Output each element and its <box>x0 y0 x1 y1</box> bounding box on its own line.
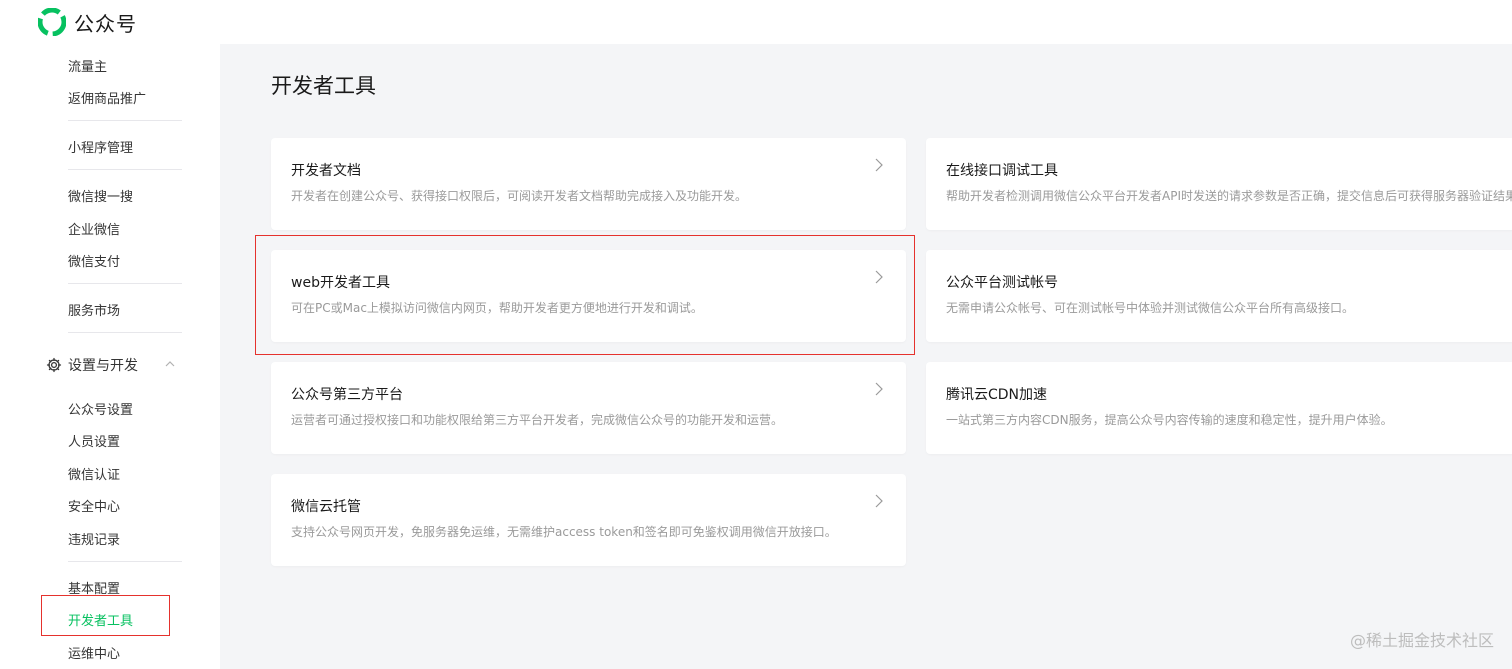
sidebar-divider <box>68 169 182 170</box>
sidebar: 流量主 返佣商品推广 小程序管理 微信搜一搜 企业微信 微信支付 服务市场 设置… <box>0 44 220 669</box>
sidebar-item-service-market[interactable]: 服务市场 <box>68 300 120 319</box>
sidebar-item-staff-settings[interactable]: 人员设置 <box>68 431 120 450</box>
card-title: 开发者文档 <box>291 163 361 179</box>
card-description: 帮助开发者检测调用微信公众平台开发者API时发送的请求参数是否正确，提交信息后可… <box>946 189 1512 203</box>
brand-name[interactable]: 公众号 <box>74 8 137 37</box>
chevron-right-icon <box>875 158 883 172</box>
page-title: 开发者工具 <box>271 74 376 98</box>
sidebar-divider <box>68 120 182 121</box>
card-title: 腾讯云CDN加速 <box>946 387 1048 403</box>
card-api-debug-tool[interactable]: 在线接口调试工具 帮助开发者检测调用微信公众平台开发者API时发送的请求参数是否… <box>926 138 1512 230</box>
card-description: 无需申请公众帐号、可在测试帐号中体验并测试微信公众平台所有高级接口。 <box>946 301 1355 315</box>
sidebar-section-label: 设置与开发 <box>68 358 138 374</box>
wechat-official-account-logo-icon[interactable] <box>38 8 66 36</box>
chevron-up-icon[interactable] <box>164 358 176 370</box>
sidebar-item-account-settings[interactable]: 公众号设置 <box>68 399 133 418</box>
card-web-dev-tools[interactable]: web开发者工具 可在PC或Mac上模拟访问微信内网页，帮助开发者更方便地进行开… <box>271 250 906 342</box>
card-developer-docs[interactable]: 开发者文档 开发者在创建公众号、获得接口权限后，可阅读开发者文档帮助完成接入及功… <box>271 138 906 230</box>
sidebar-item-mini-program[interactable]: 小程序管理 <box>68 137 133 156</box>
sidebar-item-wechat-verification[interactable]: 微信认证 <box>68 464 120 483</box>
chevron-right-icon <box>875 270 883 284</box>
card-description: 可在PC或Mac上模拟访问微信内网页，帮助开发者更方便地进行开发和调试。 <box>291 301 703 315</box>
main-content: 开发者工具 开发者文档 开发者在创建公众号、获得接口权限后，可阅读开发者文档帮助… <box>220 44 1512 669</box>
card-description: 开发者在创建公众号、获得接口权限后，可阅读开发者文档帮助完成接入及功能开发。 <box>291 189 748 203</box>
sidebar-item-wecom[interactable]: 企业微信 <box>68 219 120 238</box>
gear-icon <box>46 357 62 373</box>
card-wechat-cloud-hosting[interactable]: 微信云托管 支持公众号网页开发，免服务器免运维，无需维护access token… <box>271 474 906 566</box>
card-third-party-platform[interactable]: 公众号第三方平台 运营者可通过授权接口和功能权限给第三方平台开发者，完成微信公众… <box>271 362 906 454</box>
sidebar-divider <box>68 332 182 333</box>
card-test-account[interactable]: 公众平台测试帐号 无需申请公众帐号、可在测试帐号中体验并测试微信公众平台所有高级… <box>926 250 1512 342</box>
card-description: 一站式第三方内容CDN服务，提高公众号内容传输的速度和稳定性，提升用户体验。 <box>946 413 1393 427</box>
sidebar-divider <box>68 283 182 284</box>
chevron-right-icon <box>875 382 883 396</box>
sidebar-item-developer-tools[interactable]: 开发者工具 <box>68 610 133 629</box>
sidebar-item-ops-center[interactable]: 运维中心 <box>68 643 120 662</box>
sidebar-item-wechat-pay[interactable]: 微信支付 <box>68 251 120 270</box>
card-title: 公众号第三方平台 <box>291 387 403 403</box>
sidebar-item-basic-config[interactable]: 基本配置 <box>68 578 120 597</box>
card-title: web开发者工具 <box>291 275 390 291</box>
sidebar-item-security-center[interactable]: 安全中心 <box>68 496 120 515</box>
watermark: @稀土掘金技术社区 <box>1349 631 1494 650</box>
sidebar-item-traffic-host[interactable]: 流量主 <box>68 56 107 75</box>
sidebar-item-commission-promotion[interactable]: 返佣商品推广 <box>68 88 146 107</box>
card-description: 支持公众号网页开发，免服务器免运维，无需维护access token和签名即可免… <box>291 525 837 539</box>
sidebar-divider <box>68 561 182 562</box>
top-bar: 公众号 <box>0 0 1512 44</box>
card-title: 在线接口调试工具 <box>946 163 1058 179</box>
sidebar-item-wechat-search[interactable]: 微信搜一搜 <box>68 186 133 205</box>
sidebar-item-violation-records[interactable]: 违规记录 <box>68 529 120 548</box>
card-title: 微信云托管 <box>291 499 361 515</box>
chevron-right-icon <box>875 494 883 508</box>
card-description: 运营者可通过授权接口和功能权限给第三方平台开发者，完成微信公众号的功能开发和运营… <box>291 413 784 427</box>
card-title: 公众平台测试帐号 <box>946 275 1058 291</box>
sidebar-section-settings-dev[interactable]: 设置与开发 <box>46 355 186 375</box>
card-tencent-cdn[interactable]: 腾讯云CDN加速 一站式第三方内容CDN服务，提高公众号内容传输的速度和稳定性，… <box>926 362 1512 454</box>
